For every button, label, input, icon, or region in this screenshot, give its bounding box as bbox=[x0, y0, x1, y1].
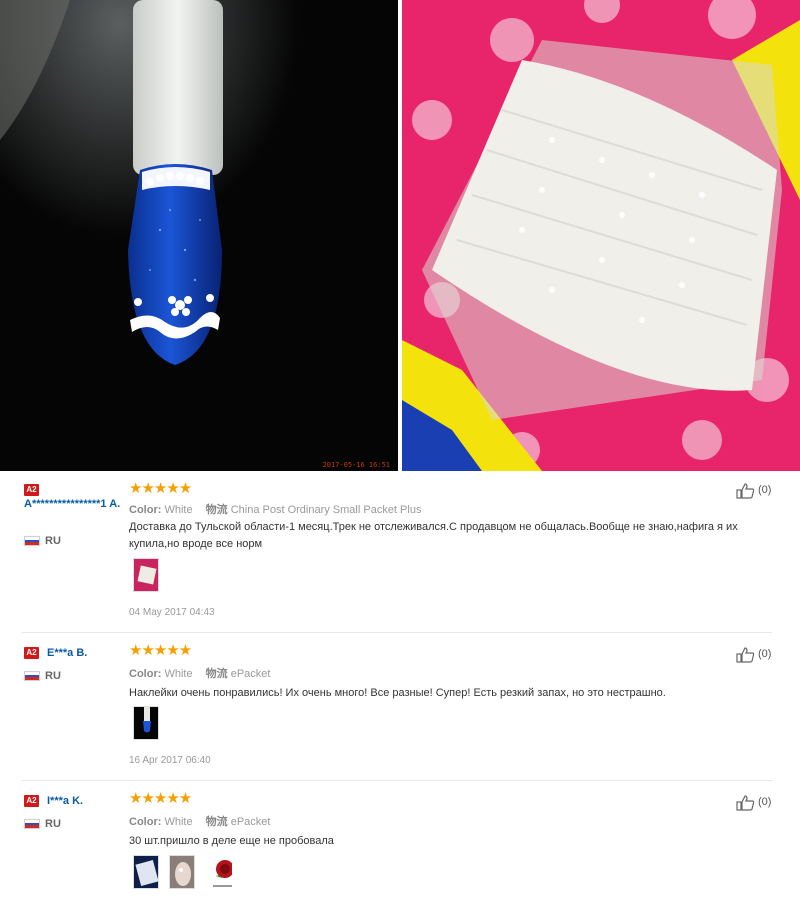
color-value: White bbox=[164, 668, 193, 680]
buyer-level-badge: A2 bbox=[24, 795, 39, 807]
review-item: A2 I***a K. RU ★★★★★ Color: White 物流 ePa… bbox=[0, 781, 800, 900]
color-value: White bbox=[164, 816, 193, 828]
review-date: 16 Apr 2017 06:40 bbox=[129, 755, 211, 766]
thumbnail-nail-image bbox=[134, 856, 158, 888]
helpful-button[interactable]: (0) bbox=[736, 795, 786, 811]
russia-flag-icon bbox=[24, 671, 40, 681]
nail-photo[interactable]: 2017-05-16 16:51 bbox=[0, 0, 398, 471]
package-photo-image bbox=[402, 0, 800, 471]
review-image-thumbnail[interactable] bbox=[133, 855, 159, 889]
shipping-value: ePacket bbox=[230, 668, 271, 680]
color-label: Color: bbox=[129, 668, 162, 680]
reviewer-country: RU bbox=[45, 818, 61, 830]
review-image-thumbnail[interactable] bbox=[133, 558, 159, 592]
review-date: 04 May 2017 04:43 bbox=[129, 607, 215, 618]
buyer-level-badge: A2 bbox=[24, 484, 39, 496]
nail-photo-image bbox=[0, 0, 398, 471]
reviewer-name[interactable]: I***a K. bbox=[47, 795, 83, 808]
color-label: Color: bbox=[129, 504, 162, 516]
package-photo[interactable] bbox=[402, 0, 800, 471]
shipping-label: 物流 bbox=[205, 816, 228, 828]
rating-stars: ★★★★★ bbox=[129, 642, 192, 659]
thumbs-up-icon bbox=[736, 795, 755, 811]
rating-stars: ★★★★★ bbox=[129, 480, 192, 497]
shipping-label: 物流 bbox=[205, 504, 228, 516]
order-info: Color: White 物流 China Post Ordinary Smal… bbox=[129, 501, 421, 517]
shipping-label: 物流 bbox=[205, 668, 228, 680]
photo-timestamp: 2017-05-16 16:51 bbox=[322, 461, 390, 469]
thumbnail-package-image bbox=[134, 559, 158, 591]
helpful-count: (0) bbox=[758, 796, 772, 808]
reviewer-country: RU bbox=[45, 670, 61, 682]
thumbnail-nail-image bbox=[134, 707, 158, 739]
rose-sticker-image bbox=[208, 856, 232, 888]
review-text: 30 шт.пришло в деле еще не пробовала bbox=[129, 835, 334, 847]
review-item: A2 A****************1 A. RU ★★★★★ Color:… bbox=[0, 471, 800, 633]
russia-flag-icon bbox=[24, 819, 40, 829]
review-image-thumbnail[interactable] bbox=[133, 706, 159, 740]
shipping-value: China Post Ordinary Small Packet Plus bbox=[230, 504, 422, 516]
review-image-thumbnail[interactable] bbox=[169, 855, 195, 889]
review-photos: 2017-05-16 16:51 bbox=[0, 0, 800, 471]
russia-flag-icon bbox=[24, 536, 40, 546]
helpful-count: (0) bbox=[758, 484, 772, 496]
review-image-thumbnail[interactable] bbox=[207, 855, 233, 889]
color-value: White bbox=[164, 504, 193, 516]
thumbnail-nail-image bbox=[170, 856, 194, 888]
review-item: A2 E***a B. RU ★★★★★ Color: White 物流 ePa… bbox=[0, 633, 800, 781]
order-info: Color: White 物流 ePacket bbox=[129, 813, 270, 829]
color-label: Color: bbox=[129, 816, 162, 828]
reviewer-name[interactable]: E***a B. bbox=[47, 647, 87, 660]
thumbs-up-icon bbox=[736, 647, 755, 663]
thumbs-up-icon bbox=[736, 483, 755, 499]
helpful-button[interactable]: (0) bbox=[736, 647, 786, 663]
review-text: Наклейки очень понравились! Их очень мно… bbox=[129, 687, 666, 699]
helpful-count: (0) bbox=[758, 648, 772, 660]
order-info: Color: White 物流 ePacket bbox=[129, 665, 270, 681]
rating-stars: ★★★★★ bbox=[129, 790, 192, 807]
shipping-value: ePacket bbox=[230, 816, 271, 828]
reviews-list: A2 A****************1 A. RU ★★★★★ Color:… bbox=[0, 471, 800, 900]
helpful-button[interactable]: (0) bbox=[736, 483, 786, 499]
review-text: Доставка до Тульской области-1 месяц.Тре… bbox=[129, 521, 738, 550]
buyer-level-badge: A2 bbox=[24, 647, 39, 659]
reviewer-country: RU bbox=[45, 535, 61, 547]
reviewer-name[interactable]: A****************1 A. bbox=[24, 498, 139, 511]
